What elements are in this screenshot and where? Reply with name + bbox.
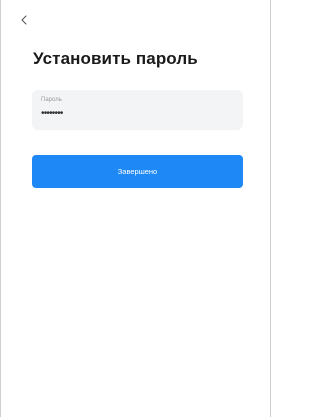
password-field-label: Пароль: [41, 97, 62, 103]
finish-button[interactable]: Завершено: [32, 155, 243, 188]
password-field[interactable]: Пароль ••••••••: [32, 90, 243, 130]
page-title: Установить пароль: [33, 49, 198, 68]
app-screen: Установить пароль Пароль •••••••• Заверш…: [0, 0, 271, 417]
password-field-value[interactable]: ••••••••: [41, 109, 234, 119]
back-button[interactable]: [16, 12, 32, 28]
chevron-left-icon: [21, 15, 27, 25]
